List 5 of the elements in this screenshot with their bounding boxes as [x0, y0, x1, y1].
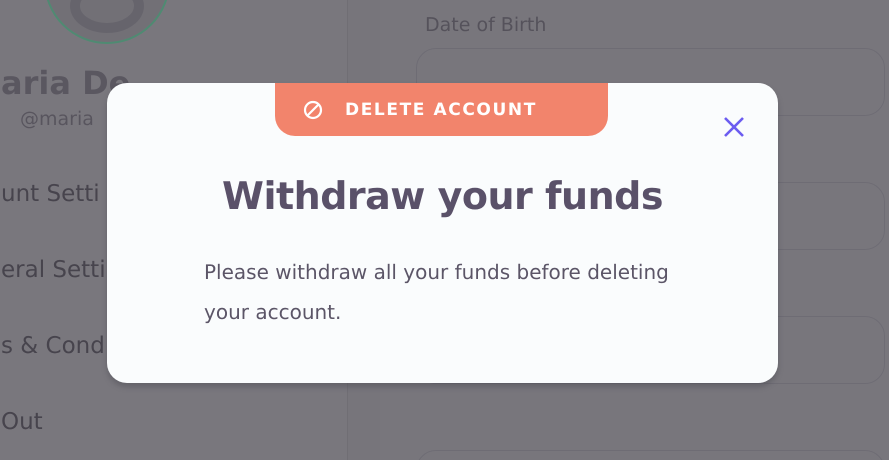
dialog-tab-label: DELETE ACCOUNT — [345, 100, 537, 120]
ban-icon — [303, 100, 323, 120]
dialog-title: Withdraw your funds — [222, 174, 663, 218]
dialog-message: Please withdraw all your funds before deleting your account. — [204, 259, 670, 326]
close-icon — [723, 116, 745, 138]
